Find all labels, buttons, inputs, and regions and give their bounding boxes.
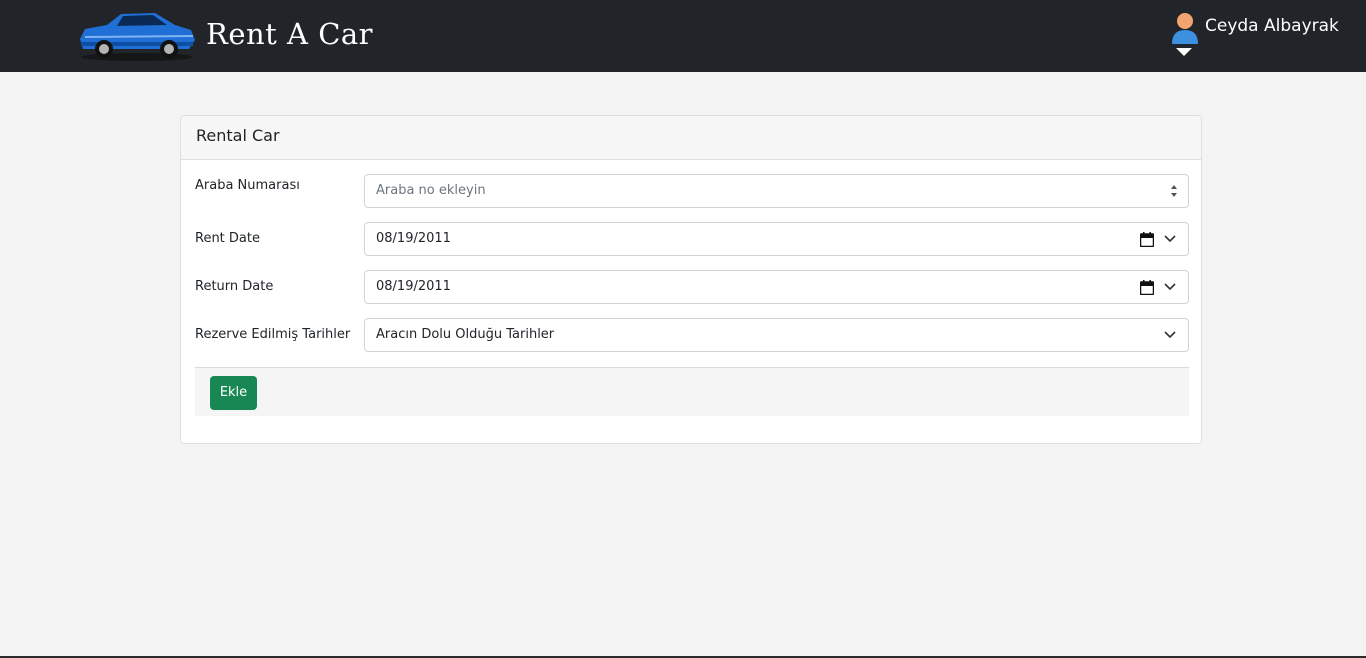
- card-footer: Ekle: [195, 367, 1189, 416]
- chevron-down-icon[interactable]: [1164, 330, 1176, 339]
- reserved-dates-select[interactable]: Aracın Dolu Olduğu Tarihler: [364, 318, 1189, 352]
- return-date-input[interactable]: 08/19/2011: [364, 270, 1189, 304]
- car-number-label: Araba Numarası: [195, 178, 300, 193]
- user-name: Ceyda Albayrak: [1205, 16, 1339, 36]
- return-date-row: Return Date 08/19/2011: [195, 270, 1189, 304]
- car-logo-icon[interactable]: [77, 9, 197, 63]
- number-spinner-icon[interactable]: [1170, 183, 1178, 199]
- rental-car-card: Rental Car Araba Numarası Araba no ekley…: [180, 115, 1202, 444]
- calendar-icon[interactable]: [1140, 280, 1154, 295]
- reserved-dates-selected: Aracın Dolu Olduğu Tarihler: [376, 327, 555, 342]
- car-number-row: Araba Numarası Araba no ekleyin: [195, 174, 1189, 208]
- rent-date-value: 08/19/2011: [376, 231, 451, 246]
- calendar-icon[interactable]: [1140, 232, 1154, 247]
- rent-date-row: Rent Date 08/19/2011: [195, 222, 1189, 256]
- reserved-dates-row: Rezerve Edilmiş Tarihler Aracın Dolu Old…: [195, 318, 1189, 352]
- brand-title[interactable]: Rent A Car: [206, 16, 373, 52]
- user-menu[interactable]: Ceyda Albayrak: [1168, 10, 1358, 60]
- card-title: Rental Car: [181, 116, 1201, 160]
- chevron-down-icon[interactable]: [1164, 234, 1176, 243]
- car-number-input[interactable]: Araba no ekleyin: [364, 174, 1189, 208]
- top-navbar: Rent A Car Ceyda Albayrak: [0, 0, 1366, 72]
- add-button[interactable]: Ekle: [210, 376, 257, 410]
- return-date-value: 08/19/2011: [376, 279, 451, 294]
- rent-date-label: Rent Date: [195, 231, 260, 246]
- chevron-down-icon[interactable]: [1164, 282, 1176, 291]
- caret-down-icon[interactable]: [1176, 48, 1192, 56]
- reserved-dates-label: Rezerve Edilmiş Tarihler: [195, 327, 351, 342]
- user-avatar-icon: [1172, 13, 1198, 44]
- return-date-label: Return Date: [195, 279, 274, 294]
- car-number-placeholder: Araba no ekleyin: [376, 183, 486, 198]
- rent-date-input[interactable]: 08/19/2011: [364, 222, 1189, 256]
